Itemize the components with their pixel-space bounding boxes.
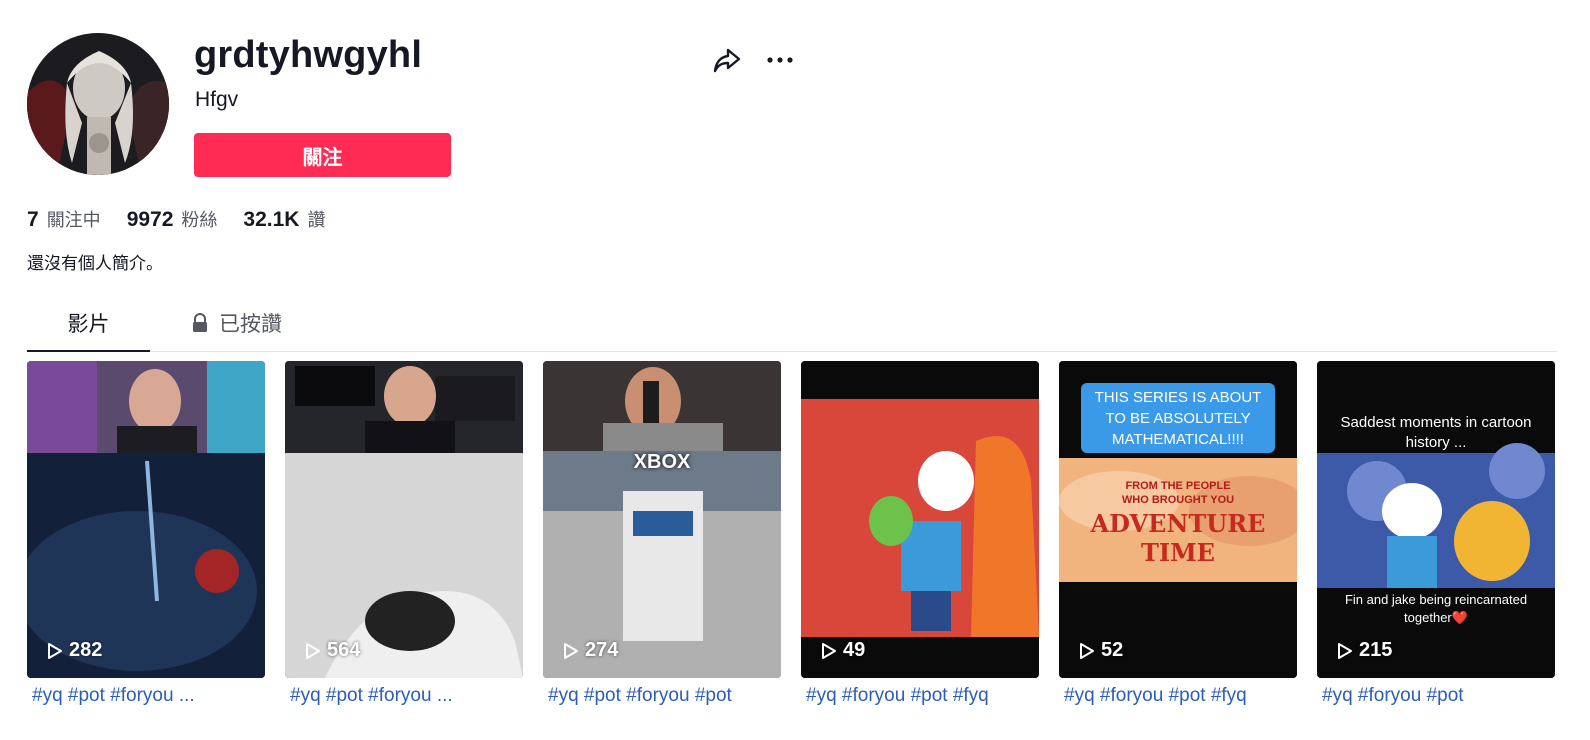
follow-button[interactable]: 關注 bbox=[194, 133, 451, 177]
avatar[interactable] bbox=[27, 33, 169, 175]
video-caption[interactable]: #yq #foryou #pot bbox=[1322, 685, 1560, 707]
share-icon[interactable] bbox=[711, 44, 743, 76]
video-overlay-text: ADVENTURE TIME bbox=[1090, 509, 1266, 567]
stat-value: 7 bbox=[27, 208, 39, 231]
more-icon[interactable] bbox=[764, 46, 796, 74]
stat-following[interactable]: 7 關注中 bbox=[27, 206, 101, 232]
stat-label: 關注中 bbox=[46, 210, 101, 230]
stat-label: 讚 bbox=[307, 210, 326, 230]
video-caption[interactable]: #yq #foryou #pot #fyq bbox=[806, 685, 1044, 707]
video-card[interactable]: XBOX 274 bbox=[543, 361, 781, 678]
video-caption[interactable]: #yq #pot #foryou #pot bbox=[548, 685, 786, 707]
view-count: 215 bbox=[1337, 639, 1392, 662]
video-card[interactable]: 282 bbox=[27, 361, 265, 678]
video-caption[interactable]: #yq #foryou #pot #fyq bbox=[1064, 685, 1302, 707]
video-thumbnail bbox=[801, 361, 1039, 678]
play-icon bbox=[1080, 642, 1094, 659]
play-icon bbox=[822, 642, 836, 659]
view-count: 564 bbox=[305, 639, 360, 662]
video-thumbnail bbox=[543, 361, 781, 678]
view-count: 282 bbox=[47, 639, 102, 662]
video-card[interactable]: THIS SERIES IS ABOUT TO BE ABSOLUTELY MA… bbox=[1059, 361, 1297, 678]
stat-label: 粉絲 bbox=[181, 210, 218, 230]
stat-followers[interactable]: 9972 粉絲 bbox=[127, 206, 218, 232]
video-overlay-text: XBOX bbox=[633, 451, 691, 473]
video-caption[interactable]: #yq #pot #foryou ... bbox=[32, 685, 270, 707]
video-overlay-text: Saddest moments in cartoon history ... bbox=[1340, 414, 1532, 451]
play-icon bbox=[1338, 642, 1352, 659]
stat-likes: 32.1K 讚 bbox=[243, 206, 325, 232]
video-overlay-text: Fin and jake being reincarnated together… bbox=[1344, 592, 1528, 625]
bio: 還沒有個人簡介。 bbox=[27, 254, 163, 273]
tab-liked[interactable]: 已按讚 bbox=[191, 308, 282, 338]
lock-icon bbox=[193, 313, 207, 332]
view-count: 49 bbox=[821, 639, 865, 662]
video-overlay-text: FROM THE PEOPLE WHO BROUGHT YOU bbox=[1121, 480, 1235, 506]
video-overlay-text: THIS SERIES IS ABOUT TO BE ABSOLUTELY MA… bbox=[1094, 389, 1262, 448]
view-count: 52 bbox=[1079, 639, 1123, 662]
tab-videos[interactable]: 影片 bbox=[27, 308, 150, 352]
stat-value: 9972 bbox=[126, 208, 174, 231]
stat-value: 32.1K bbox=[243, 208, 300, 231]
video-thumbnail bbox=[27, 361, 265, 678]
view-count: 274 bbox=[563, 639, 618, 662]
video-thumbnail bbox=[285, 361, 523, 678]
nickname: Hfgv bbox=[195, 88, 239, 111]
stats-bar: 7 關注中 9972 粉絲 32.1K 讚 bbox=[27, 206, 351, 232]
username: grdtyhwgyhl bbox=[194, 34, 423, 76]
video-thumbnail bbox=[1317, 361, 1555, 678]
tab-bar: 影片 已按讚 bbox=[27, 298, 1557, 352]
video-card[interactable]: 49 bbox=[801, 361, 1039, 678]
play-icon bbox=[306, 642, 320, 659]
video-card[interactable]: Saddest moments in cartoon history ... F… bbox=[1317, 361, 1555, 678]
play-icon bbox=[48, 642, 62, 659]
video-caption[interactable]: #yq #pot #foryou ... bbox=[290, 685, 528, 707]
play-icon bbox=[564, 642, 578, 659]
tab-liked-label: 已按讚 bbox=[219, 313, 282, 336]
video-card[interactable]: 564 bbox=[285, 361, 523, 678]
